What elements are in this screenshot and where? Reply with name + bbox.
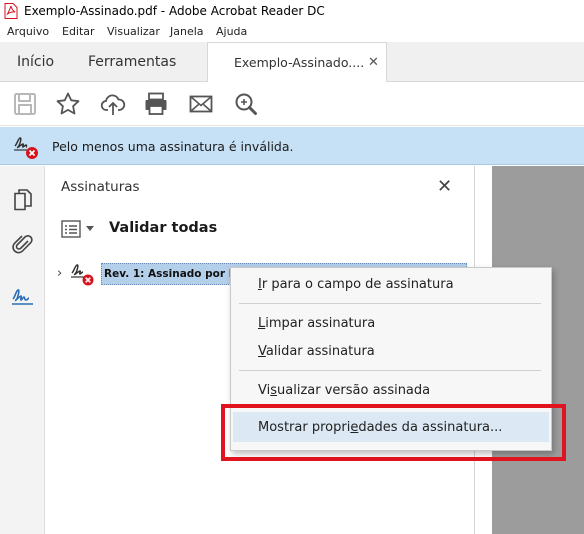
menu-item-text: ualizar versão assinada — [277, 383, 431, 398]
mail-icon[interactable] — [188, 91, 214, 117]
tab-bar: Início Ferramentas Exemplo-Assinado.... … — [0, 42, 584, 83]
print-icon[interactable] — [143, 91, 169, 117]
menu-item-view-signed-version[interactable]: Visualizar versão assinada — [258, 383, 430, 398]
signature-row-label: Rev. 1: Assinado por RIC — [104, 268, 249, 280]
menu-item-text: r para o campo de assinatura — [261, 277, 454, 292]
menu-item-text: impar assinatura — [265, 316, 376, 331]
tab-document-label: Exemplo-Assinado.... — [234, 55, 365, 70]
options-menu-icon[interactable] — [61, 220, 81, 238]
paperclip-icon[interactable] — [11, 232, 35, 256]
panel-title: Assinaturas — [61, 179, 140, 195]
star-icon[interactable] — [55, 91, 81, 117]
chevron-right-icon[interactable]: › — [57, 266, 62, 281]
panel-close-icon[interactable]: ✕ — [437, 176, 452, 197]
pdf-file-icon — [4, 3, 18, 19]
menu-item-text: alidar assinatura — [265, 344, 375, 359]
pages-icon[interactable] — [11, 188, 35, 212]
menu-item-clear-signature[interactable]: Limpar assinatura — [258, 316, 375, 331]
menu-bar: Arquivo Editar Visualizar Janela Ajuda — [0, 22, 584, 42]
tab-document[interactable]: Exemplo-Assinado.... ✕ — [207, 42, 387, 83]
menu-item-validate-signature[interactable]: Validar assinatura — [258, 344, 375, 359]
menu-editar[interactable]: Editar — [62, 25, 95, 38]
window-title: Exemplo-Assinado.pdf - Adobe Acrobat Rea… — [24, 4, 325, 18]
tab-home[interactable]: Início — [17, 42, 54, 82]
save-icon[interactable] — [12, 91, 38, 117]
notification-bar: Pelo menos uma assinatura é inválida. — [0, 127, 584, 165]
invalid-signature-icon — [71, 264, 94, 286]
menu-item-go-to-signature-field[interactable]: Ir para o campo de assinatura — [258, 277, 454, 292]
menu-separator — [239, 303, 541, 304]
tab-tools[interactable]: Ferramentas — [88, 42, 176, 82]
menu-item-text: Vi — [258, 383, 271, 398]
menu-item-accelerator: s — [270, 383, 278, 398]
toolbar — [0, 82, 584, 126]
annotation-highlight-box — [221, 404, 566, 461]
signature-error-icon — [14, 137, 38, 159]
menu-janela[interactable]: Janela — [170, 25, 204, 38]
chevron-down-icon[interactable] — [86, 226, 94, 231]
title-bar: Exemplo-Assinado.pdf - Adobe Acrobat Rea… — [0, 0, 584, 22]
menu-visualizar[interactable]: Visualizar — [107, 25, 160, 38]
upload-cloud-icon[interactable] — [100, 91, 126, 117]
left-rail — [0, 166, 45, 534]
validate-all-button[interactable]: Validar todas — [109, 220, 217, 236]
tab-close-icon[interactable]: ✕ — [368, 43, 379, 83]
signature-panel-icon[interactable] — [11, 284, 35, 308]
menu-separator — [239, 370, 541, 371]
menu-arquivo[interactable]: Arquivo — [7, 25, 49, 38]
menu-ajuda[interactable]: Ajuda — [216, 25, 247, 38]
menu-item-accelerator: V — [258, 344, 266, 359]
notification-text: Pelo menos uma assinatura é inválida. — [52, 139, 294, 154]
search-zoom-icon[interactable] — [233, 91, 259, 117]
